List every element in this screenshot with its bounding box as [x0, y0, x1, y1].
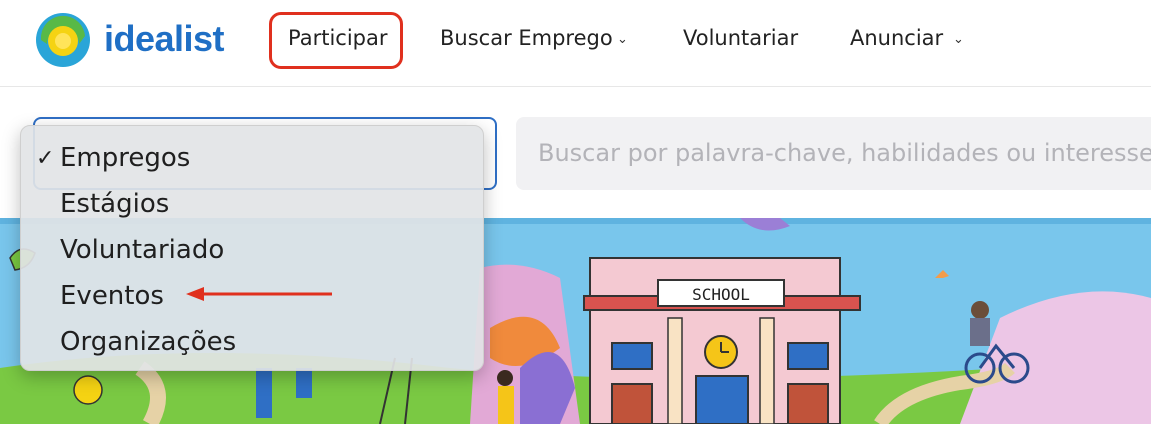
chevron-down-icon: ⌄: [953, 32, 964, 47]
top-navigation: idealist Participar Buscar Emprego ⌄ Vol…: [0, 0, 1151, 87]
idealist-logo-icon[interactable]: [33, 10, 93, 70]
nav-anunciar[interactable]: Anunciar: [850, 26, 943, 50]
school-sign: SCHOOL: [692, 285, 750, 304]
brand-name[interactable]: idealist: [104, 18, 225, 60]
search-placeholder: Buscar por palavra-chave, habilidades ou…: [538, 139, 1151, 167]
dropdown-option-organizacoes[interactable]: Organizações: [60, 327, 236, 357]
search-type-dropdown-menu: ✓ Empregos Estágios Voluntariado Eventos…: [20, 125, 484, 371]
search-input[interactable]: Buscar por palavra-chave, habilidades ou…: [516, 117, 1151, 190]
nav-voluntariar[interactable]: Voluntariar: [683, 26, 798, 50]
dropdown-option-empregos[interactable]: Empregos: [60, 143, 190, 173]
dropdown-option-estagios[interactable]: Estágios: [60, 189, 169, 219]
dropdown-option-eventos[interactable]: Eventos: [60, 281, 164, 311]
dropdown-option-voluntariado[interactable]: Voluntariado: [60, 235, 224, 265]
chevron-down-icon: ⌄: [617, 32, 628, 47]
red-arrow-annotation-icon: [186, 287, 332, 301]
nav-participar[interactable]: Participar: [288, 26, 388, 50]
nav-buscar-emprego[interactable]: Buscar Emprego: [440, 26, 613, 50]
checkmark-icon: ✓: [36, 146, 55, 171]
